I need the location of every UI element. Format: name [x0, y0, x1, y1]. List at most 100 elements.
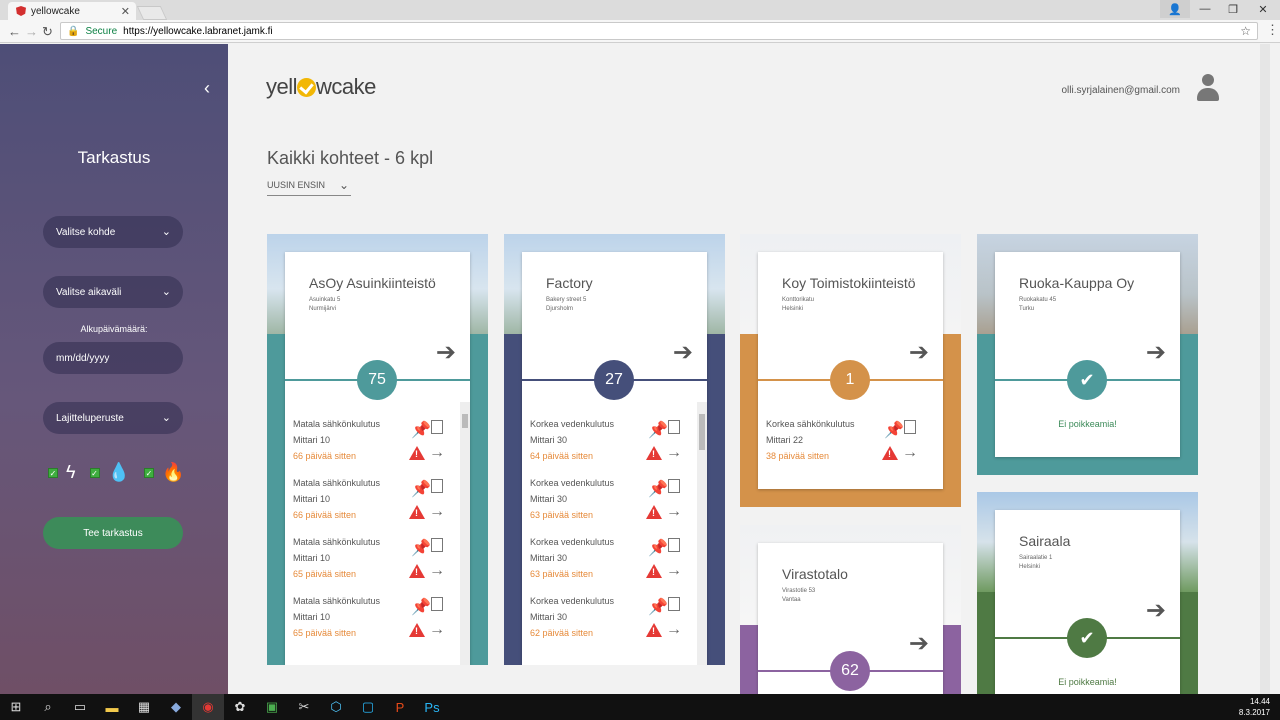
sort-dropdown[interactable]: UUSIN ENSIN ⌄	[267, 178, 351, 196]
sidebar-title: Tarkastus	[77, 148, 151, 167]
powerpoint-icon[interactable]: P	[384, 694, 416, 720]
app-icon[interactable]: ▣	[256, 694, 288, 720]
chevron-down-icon: ⌄	[161, 226, 171, 238]
address-bar-row: ← → ↻ 🔒 Secure https://yellowcake.labran…	[0, 20, 1280, 43]
sidebar: ‹ Tarkastus Valitse kohde ⌄ Valitse aika…	[0, 44, 228, 694]
arrow-right-icon[interactable]: →	[666, 621, 682, 639]
scrollbar[interactable]	[460, 402, 470, 665]
pin-icon[interactable]: 📌	[411, 479, 431, 498]
pin-icon[interactable]: 📌	[411, 597, 431, 616]
reload-icon[interactable]: ↻	[42, 24, 53, 40]
windows-taskbar: ⊞ ⌕ ▭ ▬ ▦ ◆ ◉ ✿ ▣ ✂ ⬡ ▢ P Ps 14.44 8.3.2…	[0, 694, 1280, 720]
card-panel: AsOy Asuinkiinteistö Asuinkatu 5 Nurmijär…	[285, 252, 470, 665]
document-icon[interactable]	[431, 479, 443, 493]
forward-icon[interactable]: →	[25, 24, 38, 39]
chevron-left-icon[interactable]: ‹	[204, 78, 210, 99]
tab-close-icon[interactable]: ✕	[121, 5, 130, 18]
page-scrollbar[interactable]	[1260, 44, 1270, 694]
deviation-list: Korkea vedenkulutus Mittari 30 64 päivää s…	[522, 400, 707, 665]
app-icon[interactable]: ✿	[224, 694, 256, 720]
user-icon[interactable]	[1196, 74, 1220, 102]
arrow-right-icon[interactable]: ➔	[1146, 338, 1166, 367]
document-icon[interactable]	[668, 479, 680, 493]
document-icon[interactable]	[668, 597, 680, 611]
arrow-right-icon[interactable]: →	[666, 562, 682, 580]
new-tab-button[interactable]	[136, 6, 168, 20]
user-email[interactable]: olli.syrjalainen@gmail.com	[1061, 85, 1180, 96]
arrow-right-icon[interactable]: ➔	[1146, 596, 1166, 625]
warning-icon: !	[646, 505, 662, 519]
property-card[interactable]: Ruoka-Kauppa Oy Ruokakatu 45 Turku ➔ ✔ Ei…	[977, 234, 1198, 475]
property-address: Konttorikatu Helsinki	[782, 297, 815, 312]
virtualbox-icon[interactable]: ⬡	[320, 694, 352, 720]
target-select[interactable]: Valitse kohde ⌄	[43, 216, 183, 248]
deviation-count-badge: 27	[594, 360, 634, 400]
app-icon[interactable]: ◆	[160, 694, 192, 720]
document-icon[interactable]	[668, 538, 680, 552]
pin-icon[interactable]: 📌	[411, 538, 431, 557]
snipping-tool-icon[interactable]: ✂	[288, 694, 320, 720]
pin-icon[interactable]: 📌	[648, 420, 668, 439]
heat-checkbox[interactable]: ✓	[143, 467, 154, 478]
arrow-right-icon[interactable]: ➔	[909, 629, 929, 658]
pin-icon[interactable]: 📌	[884, 420, 904, 439]
scrollbar[interactable]	[697, 402, 707, 665]
warning-icon: !	[409, 623, 425, 637]
file-explorer-icon[interactable]: ▬	[96, 694, 128, 720]
arrow-right-icon[interactable]: →	[666, 444, 682, 462]
arrow-right-icon[interactable]: ➔	[673, 338, 693, 367]
arrow-right-icon[interactable]: →	[429, 621, 445, 639]
property-card[interactable]: AsOy Asuinkiinteistö Asuinkatu 5 Nurmijär…	[267, 234, 488, 665]
browser-tab[interactable]: yellowcake ✕	[8, 2, 136, 20]
maximize-button[interactable]: ❐	[1218, 0, 1248, 18]
checkmark-icon: ✔	[1067, 360, 1107, 400]
property-card[interactable]: Sairaala Sairaalatie 1 Helsinki ➔ ✔ Ei po…	[977, 492, 1198, 694]
minimize-button[interactable]: —	[1190, 0, 1220, 18]
profile-button[interactable]: 👤	[1160, 0, 1190, 18]
arrow-right-icon[interactable]: ➔	[436, 338, 456, 367]
back-icon[interactable]: ←	[8, 24, 21, 39]
windows-start-icon[interactable]: ⊞	[0, 694, 32, 720]
sort-criteria-select[interactable]: Lajitteluperuste ⌄	[43, 402, 183, 434]
chrome-icon[interactable]: ◉	[192, 694, 224, 720]
pin-icon[interactable]: 📌	[648, 538, 668, 557]
property-card[interactable]: Koy Toimistokiinteistö Konttorikatu Helsi…	[740, 234, 961, 507]
property-name: Sairaala	[1019, 533, 1071, 549]
deviation-list: Korkea sähkönkulutus Mittari 22 38 päivää …	[758, 400, 943, 480]
url-text: https://yellowcake.labranet.jamk.fi	[123, 25, 273, 37]
property-card[interactable]: Factory Bakery street 5 Djursholm ➔ 27 Ko…	[504, 234, 725, 665]
system-clock[interactable]: 14.44 8.3.2017	[1239, 696, 1270, 718]
period-select-label: Valitse aikaväli	[56, 286, 122, 298]
page-title: Kaikki kohteet - 6 kpl	[267, 148, 434, 168]
document-icon[interactable]	[431, 597, 443, 611]
photoshop-icon[interactable]: Ps	[416, 694, 448, 720]
url-field[interactable]: 🔒 Secure https://yellowcake.labranet.jam…	[60, 22, 1258, 40]
app-icon[interactable]: ▢	[352, 694, 384, 720]
property-card[interactable]: Virastotalo Virastotie 53 Vantaa ➔ 62	[740, 525, 961, 694]
arrow-right-icon[interactable]: →	[666, 503, 682, 521]
submit-inspection-button[interactable]: Tee tarkastus	[43, 517, 183, 549]
arrow-right-icon[interactable]: →	[902, 444, 918, 462]
period-select[interactable]: Valitse aikaväli ⌄	[43, 276, 183, 308]
arrow-right-icon[interactable]: →	[429, 562, 445, 580]
search-icon[interactable]: ⌕	[32, 694, 64, 720]
close-window-button[interactable]: ✕	[1248, 0, 1278, 18]
document-icon[interactable]	[904, 420, 916, 434]
start-date-input[interactable]: mm/dd/yyyy	[43, 342, 183, 374]
pin-icon[interactable]: 📌	[411, 420, 431, 439]
pin-icon[interactable]: 📌	[648, 597, 668, 616]
calculator-icon[interactable]: ▦	[128, 694, 160, 720]
star-icon[interactable]: ☆	[1240, 24, 1251, 38]
water-checkbox[interactable]: ✓	[89, 467, 100, 478]
document-icon[interactable]	[431, 538, 443, 552]
menu-icon[interactable]: ⋮	[1266, 22, 1279, 38]
arrow-right-icon[interactable]: →	[429, 444, 445, 462]
document-icon[interactable]	[431, 420, 443, 434]
sort-value: UUSIN ENSIN	[267, 180, 326, 190]
arrow-right-icon[interactable]: ➔	[909, 338, 929, 367]
pin-icon[interactable]: 📌	[648, 479, 668, 498]
task-view-icon[interactable]: ▭	[64, 694, 96, 720]
arrow-right-icon[interactable]: →	[429, 503, 445, 521]
electricity-checkbox[interactable]: ✓	[48, 467, 58, 478]
document-icon[interactable]	[668, 420, 680, 434]
